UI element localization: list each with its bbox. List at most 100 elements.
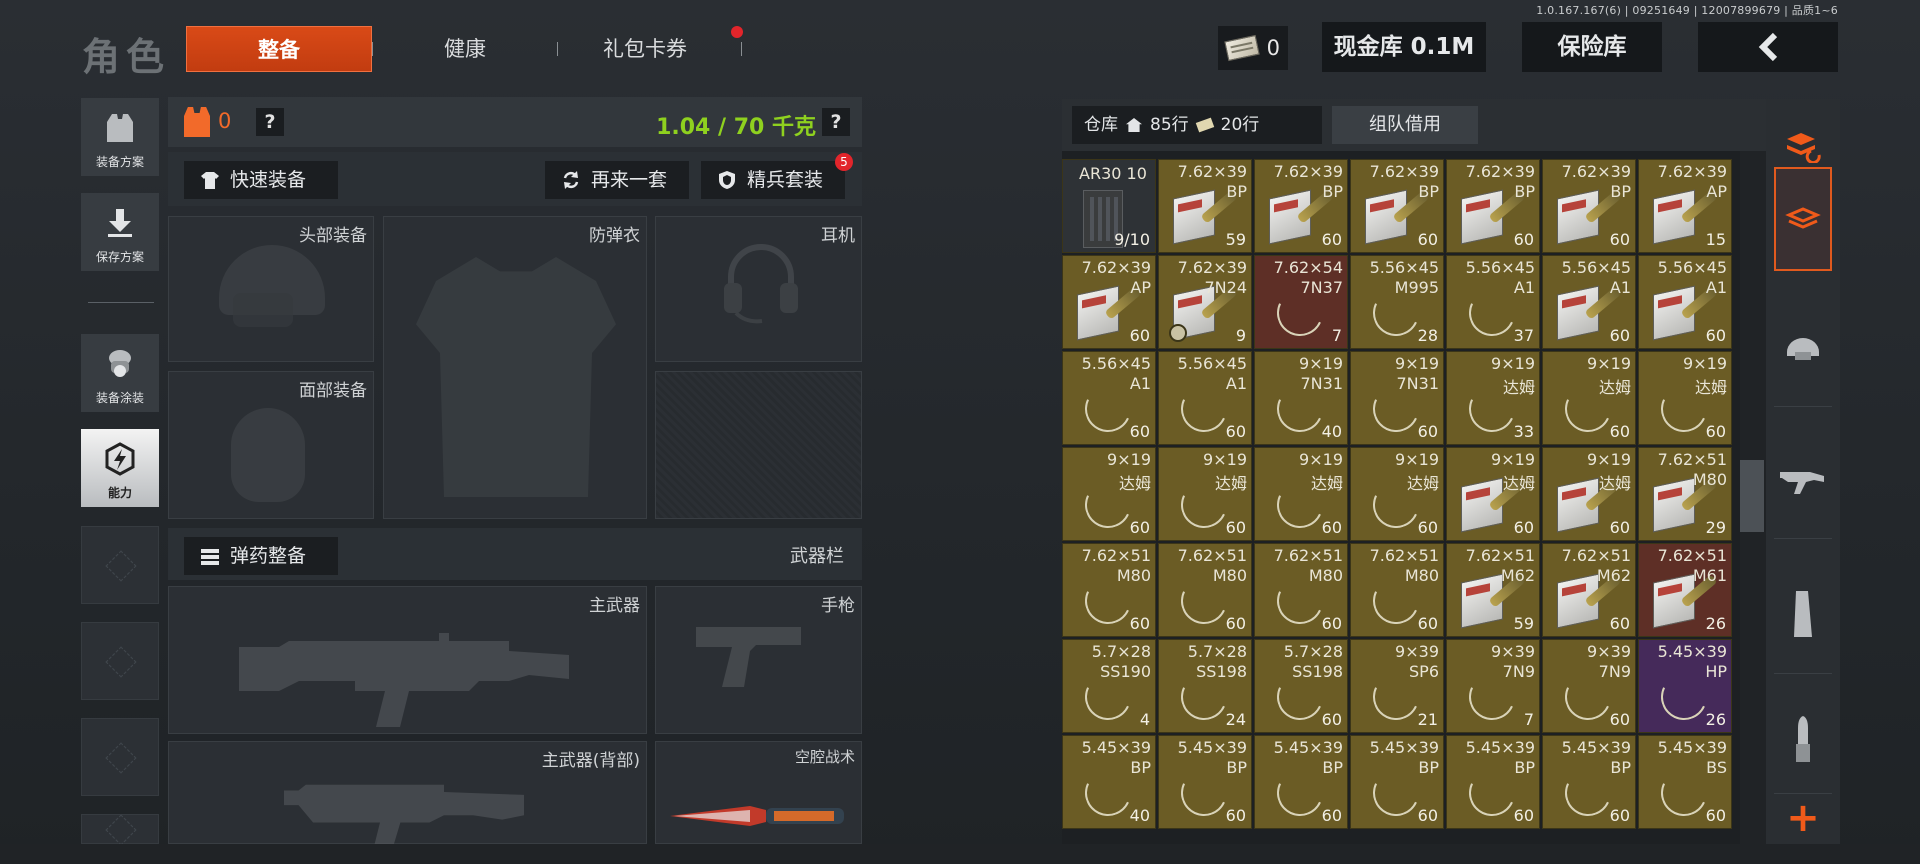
rail-label: 能力 bbox=[107, 486, 132, 500]
inventory-item[interactable]: AR30 10 9/10 bbox=[1062, 159, 1156, 253]
inventory-item[interactable]: 9×19 达姆 60 bbox=[1158, 447, 1252, 541]
warehouse-scroll-thumb[interactable] bbox=[1740, 460, 1764, 532]
item-caliber: 9×19 bbox=[1491, 354, 1535, 373]
house-icon bbox=[1126, 118, 1142, 132]
inventory-item[interactable]: 9×19 7N31 40 bbox=[1254, 351, 1348, 445]
loading-ring-icon bbox=[1174, 763, 1234, 823]
tab-gift-cards[interactable]: 礼包卡券 bbox=[580, 26, 710, 72]
inventory-item[interactable]: 9×19 达姆 60 bbox=[1542, 351, 1636, 445]
inventory-item[interactable]: 5.56×45 A1 60 bbox=[1638, 255, 1732, 349]
inventory-item[interactable]: 9×19 达姆 60 bbox=[1446, 447, 1540, 541]
item-caliber: 5.56×45 bbox=[1465, 258, 1535, 277]
inventory-item[interactable]: 9×19 达姆 60 bbox=[1254, 447, 1348, 541]
slot-pistol[interactable]: 手枪 bbox=[655, 586, 862, 734]
filter-ammo-button[interactable] bbox=[1774, 684, 1832, 794]
item-caliber: 7.62×39 bbox=[1465, 162, 1535, 181]
inventory-item[interactable]: 5.45×39 BP 60 bbox=[1446, 735, 1540, 829]
item-quantity: 60 bbox=[1225, 518, 1246, 537]
filter-all-button[interactable] bbox=[1774, 167, 1832, 271]
back-button[interactable] bbox=[1698, 22, 1838, 72]
inventory-item[interactable]: 5.45×39 BP 40 bbox=[1062, 735, 1156, 829]
slot-melee[interactable]: 空腔战术 bbox=[655, 741, 862, 844]
inventory-item[interactable]: 5.45×39 BP 60 bbox=[1158, 735, 1252, 829]
slot-armor[interactable]: 防弹衣 bbox=[383, 216, 647, 519]
inventory-item[interactable]: 7.62×51 M62 59 bbox=[1446, 543, 1540, 637]
inventory-item[interactable]: 5.56×45 A1 60 bbox=[1062, 351, 1156, 445]
tab-equip[interactable]: 整备 bbox=[186, 26, 372, 72]
ammo-prep-button[interactable]: 弹药整备 bbox=[184, 537, 338, 575]
inventory-item[interactable]: 7.62×51 M80 60 bbox=[1158, 543, 1252, 637]
inventory-item[interactable]: 7.62×39 BP 60 bbox=[1542, 159, 1636, 253]
inventory-item[interactable]: 9×19 7N31 60 bbox=[1350, 351, 1444, 445]
item-caliber: 9×19 bbox=[1395, 354, 1439, 373]
filter-rifle-button[interactable] bbox=[1774, 419, 1832, 539]
filter-helmet-button[interactable] bbox=[1774, 287, 1832, 407]
item-ammo-type: A1 bbox=[1513, 278, 1535, 297]
tab-health[interactable]: 健康 bbox=[410, 26, 520, 72]
slot-face[interactable]: 面部装备 bbox=[168, 371, 374, 519]
inventory-item[interactable]: 7.62×39 BP 59 bbox=[1158, 159, 1252, 253]
item-quantity: 60 bbox=[1129, 422, 1150, 441]
rail-equipment-skin[interactable]: 装备涂装 bbox=[81, 334, 159, 412]
inventory-item[interactable]: 7.62×39 AP 60 bbox=[1062, 255, 1156, 349]
inventory-item[interactable]: 5.56×45 M995 28 bbox=[1350, 255, 1444, 349]
inventory-item[interactable]: 5.45×39 BP 60 bbox=[1254, 735, 1348, 829]
item-caliber: 9×19 bbox=[1587, 450, 1631, 469]
rail-label: 装备涂装 bbox=[95, 391, 144, 405]
slot-primary-back[interactable]: 主武器(背部) bbox=[168, 741, 647, 852]
item-ammo-type: 达姆 bbox=[1598, 378, 1631, 397]
inventory-item[interactable]: 7.62×54 7N37 7 bbox=[1254, 255, 1348, 349]
inventory-item[interactable]: 7.62×51 M80 60 bbox=[1350, 543, 1444, 637]
repeat-set-button[interactable]: 再来一套 bbox=[545, 161, 689, 199]
weight-help-button[interactable]: ? bbox=[822, 108, 850, 136]
slot-headset[interactable]: 耳机 bbox=[655, 216, 862, 362]
inventory-item[interactable]: 9×19 达姆 60 bbox=[1350, 447, 1444, 541]
item-caliber: 7.62×39 bbox=[1657, 162, 1727, 181]
inventory-item[interactable]: 5.45×39 HP 26 bbox=[1638, 639, 1732, 733]
item-quantity: 40 bbox=[1129, 806, 1150, 825]
inventory-item[interactable]: 5.45×39 BS 60 bbox=[1638, 735, 1732, 829]
inventory-item[interactable]: 5.56×45 A1 60 bbox=[1158, 351, 1252, 445]
elite-set-button[interactable]: 精兵套装 5 bbox=[701, 153, 853, 199]
inventory-item[interactable]: 7.62×39 7N24 9 bbox=[1158, 255, 1252, 349]
rail-equipment-plan[interactable]: 装备方案 bbox=[81, 98, 159, 176]
inventory-item[interactable]: 5.45×39 BP 60 bbox=[1542, 735, 1636, 829]
rail-save-plan[interactable]: 保存方案 bbox=[81, 193, 159, 271]
safe-box-button[interactable]: 保险库 bbox=[1522, 22, 1662, 72]
inventory-item[interactable]: 7.62×51 M80 29 bbox=[1638, 447, 1732, 541]
inventory-item[interactable]: 9×19 达姆 60 bbox=[1062, 447, 1156, 541]
cash-vault-button[interactable]: 现金库 0.1M bbox=[1322, 22, 1486, 72]
inventory-item[interactable]: 5.7×28 SS198 24 bbox=[1158, 639, 1252, 733]
inventory-item[interactable]: 5.56×45 A1 37 bbox=[1446, 255, 1540, 349]
warehouse-tab[interactable]: 仓库 85行 20行 bbox=[1072, 106, 1322, 144]
inventory-item[interactable]: 7.62×51 M80 60 bbox=[1254, 543, 1348, 637]
inventory-item[interactable]: 7.62×39 BP 60 bbox=[1446, 159, 1540, 253]
inventory-item[interactable]: 7.62×51 M80 60 bbox=[1062, 543, 1156, 637]
inventory-item[interactable]: 9×19 达姆 60 bbox=[1542, 447, 1636, 541]
inventory-item[interactable]: 5.56×45 A1 60 bbox=[1542, 255, 1636, 349]
filter-magazine-button[interactable] bbox=[1774, 554, 1832, 674]
item-caliber: 9×19 bbox=[1491, 450, 1535, 469]
inventory-item[interactable]: 7.62×39 BP 60 bbox=[1350, 159, 1444, 253]
item-ammo-type: BP bbox=[1418, 758, 1439, 777]
inventory-item[interactable]: 5.7×28 SS190 4 bbox=[1062, 639, 1156, 733]
inventory-item[interactable]: 9×39 7N9 60 bbox=[1542, 639, 1636, 733]
slot-head[interactable]: 头部装备 bbox=[168, 216, 374, 362]
team-borrow-button[interactable]: 组队借用 bbox=[1332, 106, 1478, 144]
inventory-item[interactable]: 9×19 达姆 33 bbox=[1446, 351, 1540, 445]
item-quantity: 60 bbox=[1513, 518, 1534, 537]
slot-primary-weapon[interactable]: 主武器 bbox=[168, 586, 647, 734]
inventory-item[interactable]: 7.62×51 M62 60 bbox=[1542, 543, 1636, 637]
inventory-item[interactable]: 7.62×51 M61 26 bbox=[1638, 543, 1732, 637]
rail-ability[interactable]: 能力 bbox=[81, 429, 159, 507]
inventory-item[interactable]: 5.7×28 SS198 60 bbox=[1254, 639, 1348, 733]
quick-equip-button[interactable]: 快速装备 bbox=[184, 161, 338, 199]
armor-help-button[interactable]: ? bbox=[256, 108, 284, 136]
add-button[interactable]: + bbox=[1766, 796, 1840, 844]
inventory-item[interactable]: 9×19 达姆 60 bbox=[1638, 351, 1732, 445]
inventory-item[interactable]: 5.45×39 BP 60 bbox=[1350, 735, 1444, 829]
inventory-item[interactable]: 7.62×39 BP 60 bbox=[1254, 159, 1348, 253]
inventory-item[interactable]: 9×39 7N9 7 bbox=[1446, 639, 1540, 733]
inventory-item[interactable]: 7.62×39 AP 15 bbox=[1638, 159, 1732, 253]
inventory-item[interactable]: 9×39 SP6 21 bbox=[1350, 639, 1444, 733]
